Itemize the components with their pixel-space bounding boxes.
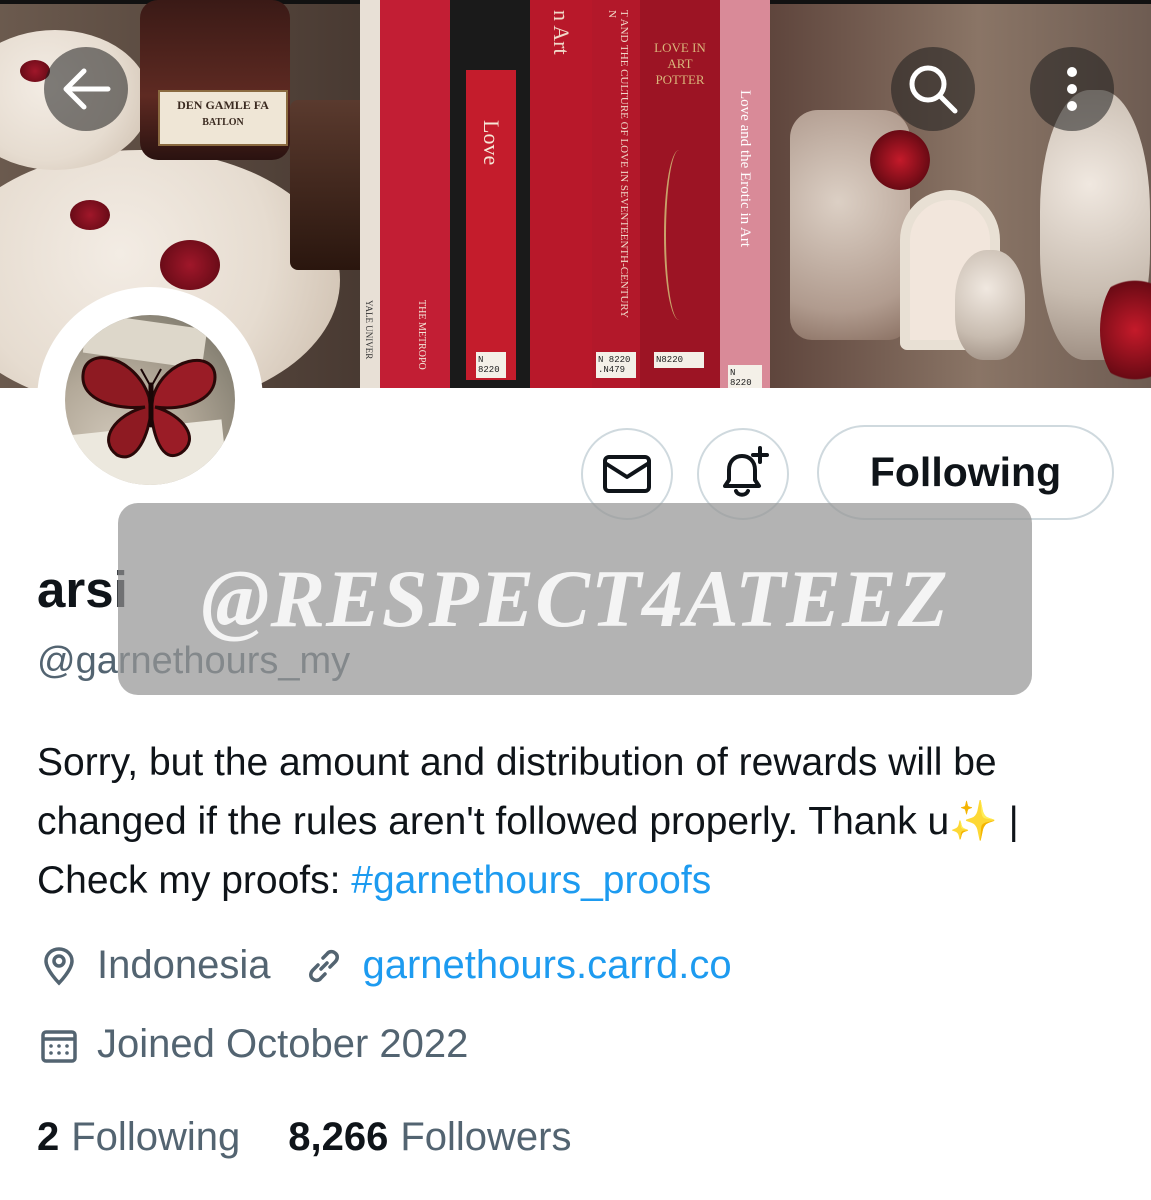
book-title: LOVE IN ART POTTER bbox=[654, 40, 706, 87]
envelope-icon bbox=[603, 455, 651, 493]
banner-red-tinsel bbox=[870, 130, 930, 190]
banner-jam bbox=[160, 240, 220, 290]
banner-small-cherub bbox=[955, 250, 1025, 360]
banner-jam bbox=[70, 200, 110, 230]
followers-count: 8,266 bbox=[288, 1115, 389, 1159]
book-call-number: N 8220 .N479 bbox=[596, 352, 636, 378]
jar-sublabel-text: BATLON bbox=[202, 117, 244, 128]
followers-count-link[interactable]: 8,266 Followers bbox=[288, 1115, 571, 1160]
banner-book-love-in-art: LOVE IN ART POTTER N8220 bbox=[640, 0, 720, 388]
bio-hashtag-link[interactable]: #garnethours_proofs bbox=[351, 859, 711, 902]
profile-bio: Sorry, but the amount and distribution o… bbox=[37, 733, 1127, 910]
profile-website-link[interactable]: garnethours.carrd.co bbox=[362, 943, 731, 988]
banner-book: n Art bbox=[530, 0, 592, 388]
link-icon bbox=[302, 944, 346, 988]
more-options-button[interactable] bbox=[1030, 47, 1114, 131]
book-flower-ornament bbox=[664, 150, 694, 320]
book-title: Love and the Erotic in Art bbox=[737, 90, 753, 248]
watermark-overlay: @RESPECT4ATEEZ bbox=[118, 503, 1032, 695]
watermark-text: @RESPECT4ATEEZ bbox=[201, 553, 949, 644]
jar-label-text: DEN GAMLE FA bbox=[177, 98, 269, 112]
book-call-number: N 8220 bbox=[476, 352, 506, 378]
book-call-number: N8220 bbox=[654, 352, 704, 368]
banner-book: THE METROPO bbox=[380, 0, 450, 388]
profile-meta-joined-row: Joined October 2022 bbox=[37, 1022, 468, 1067]
book-title: T AND THE CULTURE OF LOVE IN SEVENTEENTH… bbox=[606, 10, 630, 318]
book-title: Love bbox=[479, 120, 504, 166]
avatar[interactable] bbox=[37, 287, 263, 513]
banner-book-love: Love N 8220 bbox=[450, 0, 530, 388]
book-spine-text: THE METROPO bbox=[416, 300, 427, 370]
book-call-number: N 8220 bbox=[728, 365, 762, 388]
search-icon bbox=[909, 65, 958, 114]
back-button[interactable] bbox=[44, 47, 128, 131]
calendar-icon bbox=[37, 1023, 81, 1067]
butterfly-icon bbox=[81, 356, 217, 459]
profile-joined-date: Joined October 2022 bbox=[97, 1022, 469, 1066]
following-count-label: Following bbox=[71, 1115, 241, 1159]
banner-book: T AND THE CULTURE OF LOVE IN SEVENTEENTH… bbox=[592, 0, 640, 388]
search-button[interactable] bbox=[891, 47, 975, 131]
location-pin-icon bbox=[37, 944, 81, 988]
more-vertical-icon bbox=[1067, 67, 1077, 111]
profile-meta-location-row: Indonesia garnethours.carrd.co bbox=[37, 943, 732, 988]
book-title: n Art bbox=[549, 10, 574, 55]
profile-stats: 2 Following 8,266 Followers bbox=[37, 1115, 571, 1160]
arrow-left-icon bbox=[63, 68, 111, 110]
following-count: 2 bbox=[37, 1115, 60, 1159]
banner-jar-label: DEN GAMLE FA BATLON bbox=[158, 90, 288, 146]
followers-count-label: Followers bbox=[400, 1115, 572, 1159]
avatar-image bbox=[65, 315, 235, 485]
display-name: arsi bbox=[37, 561, 128, 618]
banner-book: Love and the Erotic in Art N 8220 bbox=[720, 0, 770, 388]
banner-book: YALE UNIVER bbox=[360, 0, 380, 388]
book-spine-text: YALE UNIVER bbox=[364, 300, 374, 360]
profile-location: Indonesia bbox=[97, 943, 271, 987]
following-count-link[interactable]: 2 Following bbox=[37, 1115, 240, 1160]
bell-plus-icon bbox=[723, 446, 769, 497]
